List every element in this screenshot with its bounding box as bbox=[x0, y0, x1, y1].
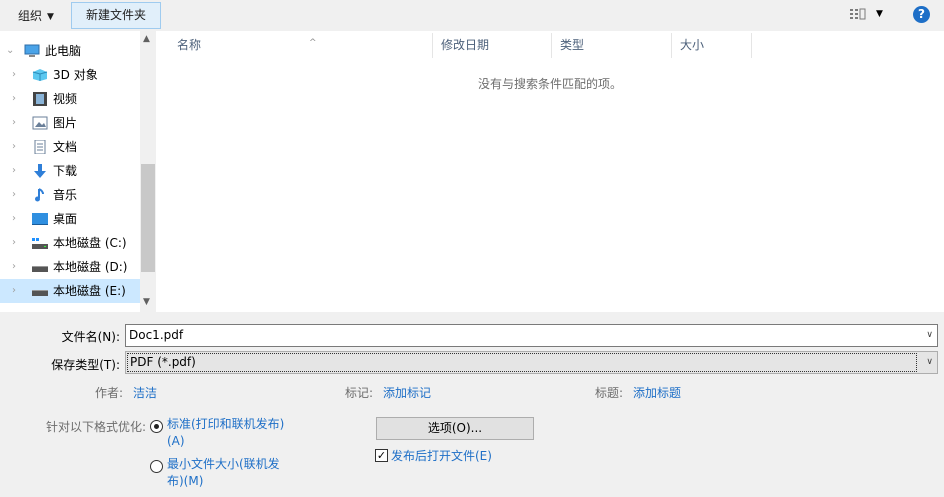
nav-item-label: 音乐 bbox=[53, 188, 78, 202]
file-list: ^ 名称 修改日期 类型 大小 没有与搜索条件匹配的项。 bbox=[156, 31, 944, 312]
help-icon[interactable]: ? bbox=[913, 6, 930, 23]
tags-label: 标记: bbox=[345, 386, 374, 400]
radio-standard-line2: (A) bbox=[167, 434, 185, 448]
nav-item-this-pc[interactable]: ⌄ 此电脑 bbox=[0, 39, 140, 63]
expand-icon[interactable]: › bbox=[12, 87, 22, 111]
nav-item-videos[interactable]: › 视频 bbox=[0, 87, 140, 111]
collapse-icon[interactable]: ⌄ bbox=[6, 39, 16, 63]
title-label: 标题: bbox=[595, 386, 624, 400]
optimize-label: 针对以下格式优化: bbox=[46, 420, 147, 434]
navigation-pane: ⌄ 此电脑 › 3D 对象 › 视频 › 图片 › 文档 › 下载 › 音乐 ›… bbox=[0, 31, 156, 312]
open-after-publish-checkbox[interactable]: ✓ bbox=[375, 449, 388, 462]
drive-e-icon bbox=[32, 290, 48, 296]
drive-d-icon bbox=[32, 266, 48, 272]
filename-value: Doc1.pdf bbox=[129, 328, 184, 342]
filename-label: 文件名(N): bbox=[61, 330, 120, 344]
nav-scrollbar[interactable]: ▲ ▼ bbox=[140, 31, 156, 312]
view-details-icon bbox=[850, 8, 866, 20]
radio-min-line2: 布)(M) bbox=[167, 474, 204, 488]
column-header-date[interactable]: 修改日期 bbox=[433, 33, 552, 58]
music-icon bbox=[35, 188, 44, 202]
radio-minimum-size-label[interactable]: 最小文件大小(联机发 布)(M) bbox=[167, 456, 280, 490]
scrollbar-thumb[interactable] bbox=[141, 164, 155, 272]
expand-icon[interactable]: › bbox=[12, 183, 22, 207]
radio-minimum-size[interactable] bbox=[150, 460, 163, 473]
computer-icon bbox=[24, 44, 40, 57]
column-header-type[interactable]: 类型 bbox=[552, 33, 672, 58]
nav-item-label: 本地磁盘 (E:) bbox=[53, 284, 126, 298]
expand-icon[interactable]: › bbox=[12, 207, 22, 231]
radio-standard-line1: 标准(打印和联机发布) bbox=[167, 417, 285, 431]
chevron-down-icon[interactable]: ∨ bbox=[926, 352, 933, 373]
nav-item-drive-d[interactable]: › 本地磁盘 (D:) bbox=[0, 255, 140, 279]
organize-label: 组织 bbox=[18, 9, 43, 23]
expand-icon[interactable]: › bbox=[12, 255, 22, 279]
new-folder-button[interactable]: 新建文件夹 bbox=[71, 2, 161, 29]
filetype-label: 保存类型(T): bbox=[51, 358, 120, 372]
nav-item-label: 图片 bbox=[53, 116, 78, 130]
nav-item-label: 下载 bbox=[53, 164, 78, 178]
tags-value[interactable]: 添加标记 bbox=[383, 384, 431, 401]
expand-icon[interactable]: › bbox=[12, 111, 22, 135]
desktop-icon bbox=[32, 213, 48, 225]
nav-item-pictures[interactable]: › 图片 bbox=[0, 111, 140, 135]
scroll-down-icon[interactable]: ▼ bbox=[143, 297, 150, 307]
options-button[interactable]: 选项(O)... bbox=[376, 417, 534, 440]
nav-item-3d-objects[interactable]: › 3D 对象 bbox=[0, 63, 140, 87]
video-icon bbox=[33, 92, 47, 106]
radio-standard-label[interactable]: 标准(打印和联机发布) (A) bbox=[167, 416, 284, 450]
nav-item-label: 3D 对象 bbox=[53, 68, 98, 82]
nav-item-label: 桌面 bbox=[53, 212, 78, 226]
toolbar: 组织 ▼ 新建文件夹 ▼ ? bbox=[0, 0, 944, 31]
title-value[interactable]: 添加标题 bbox=[633, 384, 681, 401]
nav-item-drive-c[interactable]: › 本地磁盘 (C:) bbox=[0, 231, 140, 255]
author-value[interactable]: 洁洁 bbox=[133, 384, 157, 401]
sort-ascending-icon: ^ bbox=[309, 38, 317, 48]
chevron-down-icon[interactable]: ∨ bbox=[926, 325, 933, 346]
radio-min-line1: 最小文件大小(联机发 bbox=[167, 457, 280, 471]
filetype-value: PDF (*.pdf) bbox=[127, 353, 917, 372]
documents-icon bbox=[34, 140, 46, 154]
filename-field[interactable]: Doc1.pdf ∨ bbox=[125, 324, 938, 347]
nav-item-downloads[interactable]: › 下载 bbox=[0, 159, 140, 183]
3d-objects-icon bbox=[32, 69, 48, 81]
scroll-up-icon[interactable]: ▲ bbox=[143, 34, 150, 44]
open-after-publish-label[interactable]: 发布后打开文件(E) bbox=[391, 447, 492, 464]
pictures-icon bbox=[32, 116, 48, 130]
nav-item-label: 视频 bbox=[53, 92, 78, 106]
organize-menu-button[interactable]: 组织 ▼ bbox=[18, 8, 54, 24]
view-options-button[interactable]: ▼ bbox=[849, 8, 883, 24]
chevron-down-icon: ▼ bbox=[876, 9, 883, 19]
drive-c-icon bbox=[32, 238, 48, 249]
nav-item-label: 本地磁盘 (C:) bbox=[53, 236, 127, 250]
expand-icon[interactable]: › bbox=[12, 231, 22, 255]
expand-icon[interactable]: › bbox=[12, 279, 22, 303]
expand-icon[interactable]: › bbox=[12, 135, 22, 159]
nav-item-label: 文档 bbox=[53, 140, 78, 154]
save-form: 文件名(N): Doc1.pdf ∨ 保存类型(T): PDF (*.pdf) … bbox=[0, 312, 944, 497]
chevron-down-icon: ▼ bbox=[47, 12, 54, 22]
nav-item-music[interactable]: › 音乐 bbox=[0, 183, 140, 207]
nav-item-desktop[interactable]: › 桌面 bbox=[0, 207, 140, 231]
empty-message: 没有与搜索条件匹配的项。 bbox=[477, 77, 622, 91]
nav-item-drive-e[interactable]: › 本地磁盘 (E:) bbox=[0, 279, 140, 303]
expand-icon[interactable]: › bbox=[12, 63, 22, 87]
radio-standard[interactable] bbox=[150, 420, 163, 433]
column-header-size[interactable]: 大小 bbox=[672, 33, 752, 58]
filetype-select[interactable]: PDF (*.pdf) ∨ bbox=[125, 351, 938, 374]
download-icon bbox=[34, 164, 46, 178]
author-label: 作者: bbox=[95, 386, 124, 400]
nav-item-label: 本地磁盘 (D:) bbox=[53, 260, 128, 274]
column-header-name[interactable]: ^ 名称 bbox=[169, 33, 433, 58]
expand-icon[interactable]: › bbox=[12, 159, 22, 183]
nav-item-documents[interactable]: › 文档 bbox=[0, 135, 140, 159]
column-header-label: 名称 bbox=[177, 38, 202, 52]
nav-item-label: 此电脑 bbox=[45, 44, 82, 58]
